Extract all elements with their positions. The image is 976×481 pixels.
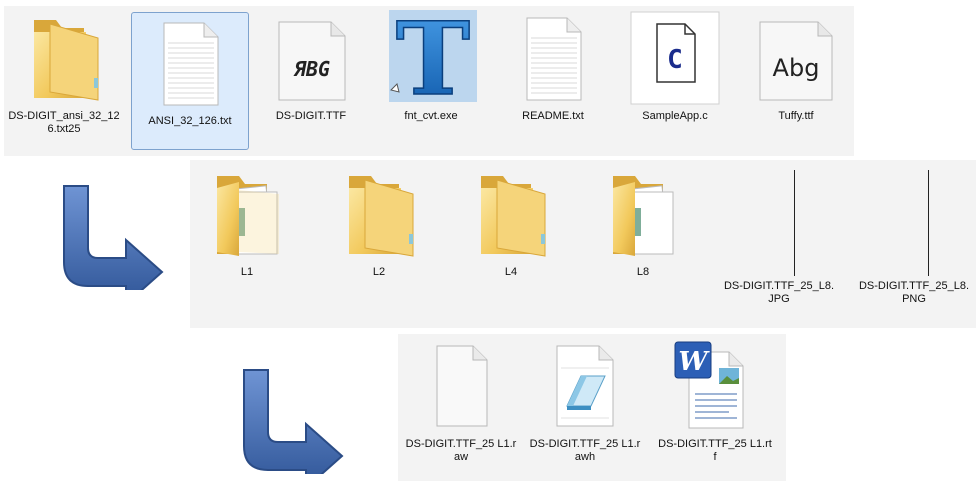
c-file-icon: C (627, 10, 723, 106)
file-item[interactable]: DS-DIGIT.TTF_25 L1.raw (402, 338, 520, 464)
file-name: fnt_cvt.exe (404, 110, 458, 122)
file-item[interactable]: DS-DIGIT.TTF_25_L8.JPG (720, 166, 838, 306)
file-name: ANSI_32_126.txt (148, 115, 232, 127)
font-preview: Abg (773, 54, 820, 82)
folder-icon (331, 166, 427, 262)
file-name: Tuffy.ttf (778, 110, 814, 122)
image-file-icon (731, 166, 827, 276)
text-file-icon (142, 15, 238, 111)
folder-name: L4 (504, 266, 518, 278)
app-glyph: T (396, 10, 470, 106)
file-name: DS-DIGIT_ansi_32_126.txt25 (8, 110, 120, 135)
file-item[interactable]: DS-DIGIT.TTF_25_L8.PNG (855, 166, 973, 306)
folder-name: L1 (240, 266, 254, 278)
app-t-icon: T (383, 0, 479, 119)
file-name: README.txt (522, 110, 584, 122)
word-glyph: W (678, 347, 710, 377)
file-name: DS-DIGIT.TTF_25_L8.PNG (858, 280, 970, 305)
word-rtf-file-icon: W (667, 338, 763, 434)
file-item[interactable]: W DS-DIGIT.TTF_25 L1.rtf (656, 338, 774, 464)
curved-arrow-icon (63, 185, 164, 290)
image-thumbnail-line (794, 170, 795, 276)
file-item[interactable]: DS-DIGIT_ansi_32_126.txt25 (5, 10, 123, 136)
file-name: DS-DIGIT.TTF_25 L1.rawh (529, 438, 641, 463)
folder-icon (463, 166, 559, 262)
folder-item[interactable]: L1 (188, 166, 306, 279)
blank-file-icon (413, 338, 509, 434)
text-file-icon (505, 10, 601, 106)
folder-with-files-icon (199, 166, 295, 262)
image-file-icon (866, 166, 962, 276)
font-file-icon: ЯBG (263, 10, 359, 106)
file-name: DS-DIGIT.TTF_25_L8.JPG (723, 280, 835, 305)
file-item[interactable]: Abg Tuffy.ttf (737, 10, 855, 123)
file-item[interactable]: DS-DIGIT.TTF_25 L1.rawh (526, 338, 644, 464)
file-name: DS-DIGIT.TTF_25 L1.raw (405, 438, 517, 463)
curved-arrow-icon (243, 369, 344, 474)
font-preview: ЯBG (293, 57, 330, 81)
file-name: SampleApp.c (642, 110, 708, 122)
folder-item[interactable]: L8 (584, 166, 702, 279)
file-item[interactable]: README.txt (494, 10, 612, 123)
folder-item[interactable]: L2 (320, 166, 438, 279)
folder-with-files-icon (595, 166, 691, 262)
notepad-file-icon (537, 338, 633, 434)
file-item-selected[interactable]: ANSI_32_126.txt (131, 12, 249, 150)
c-glyph: C (667, 45, 683, 75)
font-file-icon: Abg (748, 10, 844, 106)
image-thumbnail-line (928, 170, 929, 276)
file-item[interactable]: T fnt_cvt.exe (372, 0, 490, 123)
file-item[interactable]: C SampleApp.c (616, 10, 734, 123)
folder-name: L8 (636, 266, 650, 278)
folder-item[interactable]: L4 (452, 166, 570, 279)
file-name: DS-DIGIT.TTF (275, 110, 347, 122)
folder-icon (16, 10, 112, 106)
file-name: DS-DIGIT.TTF_25 L1.rtf (658, 438, 772, 463)
file-item[interactable]: ЯBG DS-DIGIT.TTF (252, 10, 370, 123)
folder-name: L2 (372, 266, 386, 278)
